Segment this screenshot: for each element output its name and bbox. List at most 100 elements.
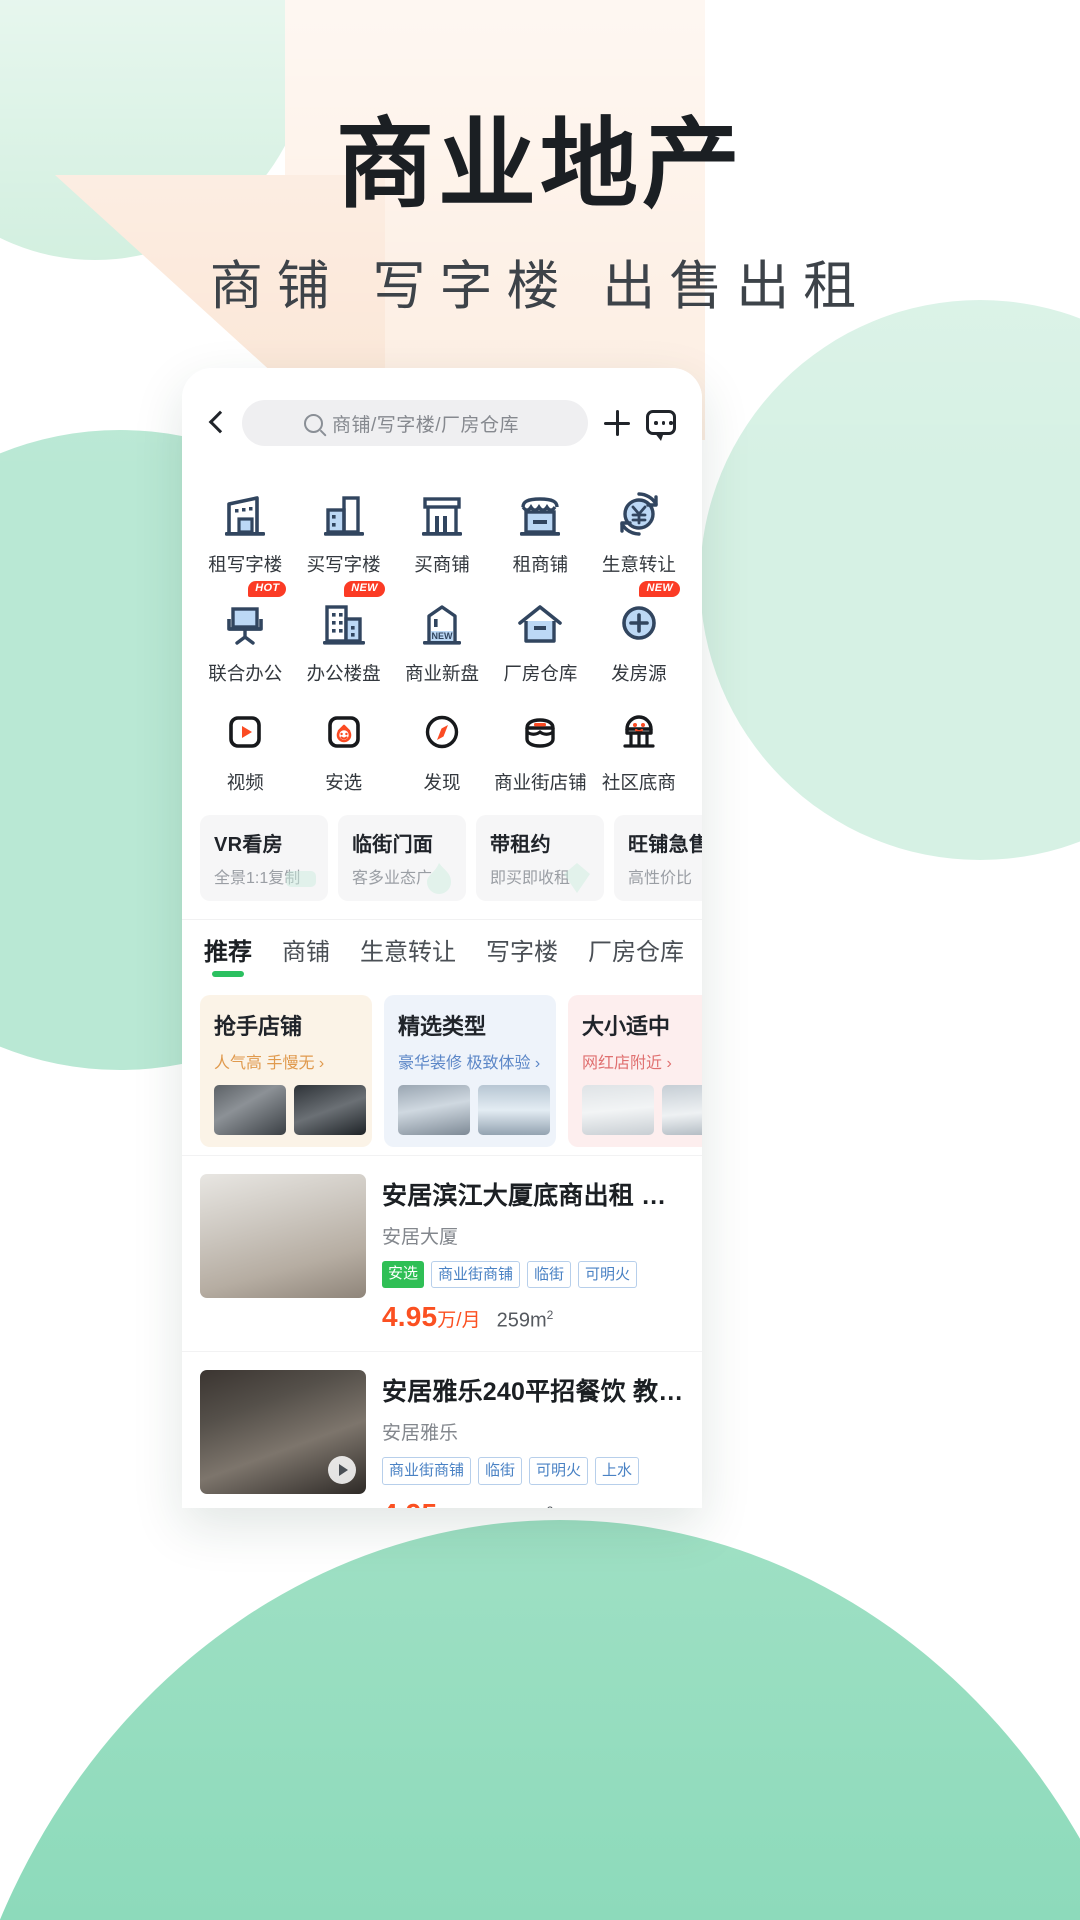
category-item-post-listing[interactable]: NEW 发房源 [590,581,688,694]
listing-body: 安居滨江大厦底商出租 客… 安居大厦 安选 商业街商铺 临街 可明火 4.95万… [382,1174,684,1333]
page-title: 商业地产 [335,109,744,219]
promo-strip: VR看房 全景1:1复制 临街门面 客多业态广 带租约 即买即收租 旺铺急售 高… [182,807,702,919]
category-row-2: HOT 联合办公 NEW 办公楼盘 NEW 商业新盘 厂房仓库 NEW 发房源 [196,581,688,694]
chat-bubble-icon [646,410,676,441]
community-shop-icon [613,706,665,758]
office-block-icon [318,597,370,649]
feature-subtitle: 网红店附近 › [582,1055,672,1072]
category-label: 厂房仓库 [503,663,578,684]
category-item-business-transfer[interactable]: 生意转让 [590,476,688,585]
feature-thumb-image [294,1085,366,1135]
category-row-1: 租写字楼 买写字楼 买商铺 租商铺 生意转让 [196,476,688,585]
category-badge: NEW [344,581,385,597]
promo-title: 临街门面 [352,834,434,856]
category-label: 租商铺 [512,554,569,575]
feature-title: 精选类型 [398,1014,487,1039]
office-tower-icon [318,488,370,540]
yuan-transfer-icon [613,488,665,540]
category-label: 商业新盘 [405,663,480,684]
feature-thumbnails [582,1085,702,1135]
feature-card[interactable]: 精选类型 豪华装修 极致体验 › [384,995,556,1147]
category-label: 发现 [423,772,461,793]
feature-thumb-image [582,1085,654,1135]
category-grid: 租写字楼 买写字楼 买商铺 租商铺 生意转让 HOT 联合办公 NEW 办公楼盘… [182,460,702,807]
warehouse-house-icon [514,597,566,649]
promo-card[interactable]: 带租约 即买即收租 [476,815,604,901]
category-item-warehouse[interactable]: 厂房仓库 [491,585,589,694]
svg-text:NEW: NEW [432,631,454,641]
video-play-icon [219,706,271,758]
listing-price-unit: 万/月 [437,1507,480,1509]
listing-tag: 可明火 [578,1261,638,1289]
tab-office[interactable]: 写字楼 [486,932,558,981]
listing-tag: 可明火 [529,1457,589,1485]
gem-deco-icon [564,863,590,893]
listing-tag: 上水 [595,1457,640,1485]
hero-header: 商业地产 商铺 写字楼 出售出租 [0,109,1080,320]
plus-icon[interactable] [600,406,634,440]
category-item-new-commercial[interactable]: NEW 商业新盘 [393,585,491,694]
promo-card[interactable]: 临街门面 客多业态广 [338,815,466,901]
category-label: 商业街店铺 [494,772,587,793]
listing-area: 259m2 [496,1307,554,1332]
promo-card[interactable]: 旺铺急售 高性价比 [614,815,702,901]
app-screen: 商铺/写字楼/厂房仓库 租写字楼 买写字楼 买商铺 租商铺 生意转让 HOT 联… [182,368,702,1508]
feature-thumb-image [478,1085,550,1135]
category-item-rent-office[interactable]: 租写字楼 [196,476,294,585]
category-row-3: 视频 安选 发现 商业街店铺 社区底商 [196,694,688,803]
tab-recommend[interactable]: 推荐 [204,932,252,981]
message-icon[interactable] [646,406,680,441]
listing-row[interactable]: 安居雅乐240平招餐饮 教… 安居雅乐 商业街商铺 临街 可明火 上水 4.95… [182,1351,702,1508]
tab-warehouse[interactable]: 厂房仓库 [588,932,684,981]
office-building-icon [219,488,271,540]
listing-area: 170m2 [497,1504,554,1508]
promo-title: 带租约 [490,834,551,856]
promo-subtitle: 高性价比 [628,870,693,887]
category-label: 生意转让 [601,554,676,575]
tab-business-transfer[interactable]: 生意转让 [360,932,456,981]
category-item-office-project[interactable]: NEW 办公楼盘 [294,581,392,694]
listing-price: 4.95 [382,1301,438,1333]
compass-icon [416,706,468,758]
listing-subtitle: 安居大厦 [382,1227,459,1248]
feature-thumbnails [214,1085,372,1135]
category-item-street-shop[interactable]: 商业街店铺 [491,694,589,803]
promo-title: VR看房 [214,834,283,856]
feature-title: 抢手店铺 [214,1014,303,1039]
search-input[interactable]: 商铺/写字楼/厂房仓库 [242,400,588,446]
vr-deco-icon [286,871,316,887]
listing-row[interactable]: 安居滨江大厦底商出租 客… 安居大厦 安选 商业街商铺 临街 可明火 4.95万… [182,1155,702,1352]
category-item-coworking[interactable]: HOT 联合办公 [196,581,294,694]
category-label: 买商铺 [414,554,470,575]
shop-front-icon [416,488,468,540]
app-top-bar: 商铺/写字楼/厂房仓库 [182,368,702,460]
feature-thumb-image [398,1085,470,1135]
feature-card[interactable]: 抢手店铺 人气高 手慢无 › [200,995,372,1147]
promo-card[interactable]: VR看房 全景1:1复制 [200,815,328,901]
search-placeholder: 商铺/写字楼/厂房仓库 [332,414,520,436]
content-tabs: 推荐 商铺 生意转让 写字楼 厂房仓库 土地 [182,919,702,981]
feature-card[interactable]: 大小适中 网红店附近 › [568,995,702,1147]
shop-deco-icon [694,857,702,899]
tab-shop[interactable]: 商铺 [282,932,330,981]
category-item-rent-shop[interactable]: 租商铺 [491,476,589,585]
listing-body: 安居雅乐240平招餐饮 教… 安居雅乐 商业街商铺 临街 可明火 上水 4.95… [382,1370,684,1508]
listing-price-row: 4.95万/月 170m2 [382,1498,684,1509]
category-label: 办公楼盘 [306,663,381,684]
listing-tags: 商业街商铺 临街 可明火 上水 [382,1457,684,1485]
chat-dots-icon [654,421,673,425]
category-item-buy-shop[interactable]: 买商铺 [393,476,491,585]
category-item-community-shop[interactable]: 社区底商 [590,694,688,803]
category-label: 买写字楼 [306,554,381,575]
category-item-buy-office[interactable]: 买写字楼 [294,476,392,585]
play-icon[interactable] [328,1456,356,1485]
listing-tag: 商业街商铺 [431,1261,521,1289]
category-item-video[interactable]: 视频 [196,694,294,803]
category-item-anxuan[interactable]: 安选 [294,694,392,803]
feature-cards: 抢手店铺 人气高 手慢无 › 精选类型 豪华装修 极致体验 › 大小适中 网红店… [182,981,702,1155]
back-chevron-icon[interactable] [204,410,230,436]
category-label: 视频 [226,772,264,793]
category-label: 租写字楼 [208,554,283,575]
feature-thumb-image [662,1085,702,1135]
category-item-discover[interactable]: 发现 [393,694,491,803]
